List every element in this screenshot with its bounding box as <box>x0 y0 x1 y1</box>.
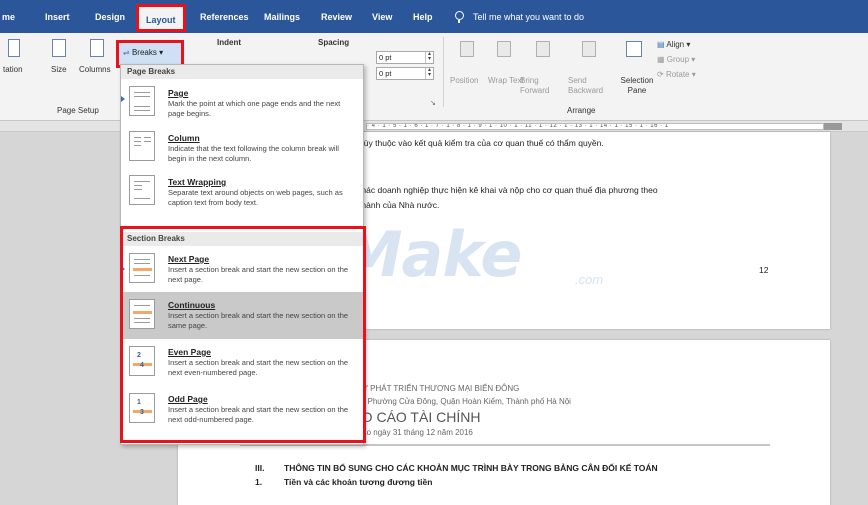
document-text-line: hiệp tùy thuộc vào kết quả kiểm tra của … <box>343 138 604 148</box>
group-divider <box>443 37 444 107</box>
menu-item-description: Mark the point at which one page ends an… <box>168 99 341 118</box>
section-heading: THÔNG TIN BỔ SUNG CHO CÁC KHOẢN MỤC TRÌN… <box>284 463 658 473</box>
menu-item-column-break[interactable]: Column Indicate that the text following … <box>121 125 363 169</box>
paragraph-launcher-icon[interactable]: ↘ <box>430 99 436 107</box>
menu-item-title: Text Wrapping <box>168 177 227 187</box>
page-setup-group-label: Page Setup <box>57 106 99 115</box>
page-break-icon <box>129 86 155 116</box>
selection-pane-label[interactable]: Selection Pane <box>617 76 657 96</box>
menu-item-description: Indicate that the text following the col… <box>168 144 339 163</box>
size-icon[interactable] <box>52 39 66 57</box>
ruler-margin-marker[interactable] <box>824 123 842 130</box>
menu-item-page-break[interactable]: Page Mark the point at which one page en… <box>121 80 363 125</box>
position-icon[interactable] <box>460 41 474 57</box>
watermark-domain: .com <box>575 272 604 287</box>
send-backward-label[interactable]: Send Backward <box>568 76 618 96</box>
tab-review[interactable]: Review <box>321 0 352 33</box>
section-number: III. <box>255 463 265 473</box>
orientation-label[interactable]: tation <box>3 65 23 74</box>
menu-item-description: Separate text around objects on web page… <box>168 188 343 207</box>
spacing-after-field[interactable]: 0 pt ▴ ▾ <box>376 67 434 80</box>
page-breaks-heading: Page Breaks <box>121 65 363 79</box>
tab-layout[interactable]: Layout <box>136 4 186 32</box>
tab-mailings[interactable]: Mailings <box>264 0 300 33</box>
bring-forward-label[interactable]: Bring Forward <box>520 76 570 96</box>
column-break-icon <box>129 131 155 161</box>
align-icon: ▤ <box>657 40 667 49</box>
company-name: ẦU TƯ PHÁT TRIỂN THƯƠNG MẠI BIỂN ĐÔNG <box>343 384 520 393</box>
tell-me-search[interactable]: Tell me what you want to do <box>473 0 584 33</box>
breaks-icon: ⇌ <box>123 48 132 57</box>
spinner-icon[interactable]: ▴ ▾ <box>425 67 433 79</box>
ruler-scale[interactable]: · 4 · 1 · 5 · 1 · 6 · 1 · 7 · 1 · 8 · 1 … <box>366 123 824 130</box>
columns-label[interactable]: Columns <box>79 65 111 74</box>
page-number: 12 <box>759 265 769 275</box>
spacing-label: Spacing <box>318 38 350 47</box>
tab-references[interactable]: References <box>200 0 249 33</box>
item-heading: Tiền và các khoản tương đương tiền <box>284 477 433 487</box>
position-label[interactable]: Position <box>450 76 478 85</box>
rotate-label[interactable]: ⟳ Rotate ▾ <box>657 70 696 79</box>
rotate-icon: ⟳ <box>657 70 666 79</box>
item-number: 1. <box>255 477 263 487</box>
tab-design[interactable]: Design <box>95 0 125 33</box>
send-backward-icon[interactable] <box>582 41 596 57</box>
ribbon-tab-bar: me Insert Design Layout References Maili… <box>0 0 868 33</box>
tab-help[interactable]: Help <box>413 0 433 33</box>
size-label[interactable]: Size <box>51 65 67 74</box>
group-label[interactable]: ▦ Group ▾ <box>657 55 695 64</box>
columns-icon[interactable] <box>90 39 104 57</box>
menu-item-title: Column <box>168 133 200 143</box>
indent-label: Indent <box>217 38 241 47</box>
wrap-text-icon[interactable] <box>497 41 511 57</box>
lightbulb-icon <box>455 11 464 23</box>
menu-item-text-wrapping[interactable]: Text Wrapping Separate text around objec… <box>121 169 363 215</box>
orientation-icon[interactable] <box>8 39 20 57</box>
arrange-group-label: Arrange <box>567 106 596 115</box>
menu-item-title: Page <box>168 88 189 98</box>
company-address: Hưng, Phường Cửa Đông, Quận Hoàn Kiếm, T… <box>343 397 571 406</box>
bring-forward-icon[interactable] <box>536 41 550 57</box>
section-breaks-highlight <box>120 226 366 443</box>
group-icon: ▦ <box>657 55 667 64</box>
wrap-text-label[interactable]: Wrap Text <box>488 76 524 86</box>
spacing-before-field[interactable]: 0 pt ▴ ▾ <box>376 51 434 64</box>
spinner-icon[interactable]: ▴ ▾ <box>425 51 433 63</box>
document-text-line: phí khác doanh nghiệp thực hiện kê khai … <box>343 185 658 195</box>
text-wrapping-icon <box>129 175 155 205</box>
align-label[interactable]: ▤ Align ▾ <box>657 40 690 49</box>
tab-view[interactable]: View <box>372 0 392 33</box>
tab-insert[interactable]: Insert <box>45 0 70 33</box>
menu-pointer-icon <box>121 96 125 102</box>
selection-pane-icon[interactable] <box>626 41 642 57</box>
tab-home[interactable]: me <box>2 0 15 33</box>
